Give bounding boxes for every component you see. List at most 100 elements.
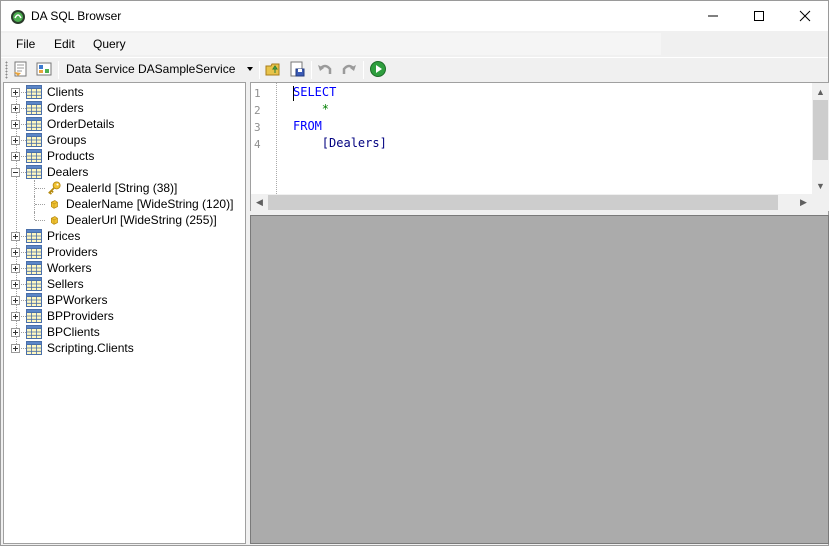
expand-icon[interactable] (11, 88, 20, 97)
line-number: 3 (254, 121, 261, 134)
tree-node-table[interactable]: Dealers (4, 164, 244, 180)
table-icon (26, 309, 42, 323)
tree-node-table[interactable]: Groups (4, 132, 244, 148)
maximize-button[interactable] (736, 1, 782, 31)
toolbar-separator (311, 61, 312, 79)
tree-node-label: OrderDetails (47, 117, 115, 131)
menu-edit[interactable]: Edit (54, 37, 75, 51)
title-bar: DA SQL Browser (1, 1, 828, 31)
tree-node-table[interactable]: Clients (4, 84, 244, 100)
tree-node-label: Groups (47, 133, 87, 147)
maximize-icon (754, 11, 764, 21)
expand-icon[interactable] (11, 136, 20, 145)
tree-node-field[interactable]: DealerId [String (38)] (4, 180, 244, 196)
toolbar-separator (259, 61, 260, 79)
table-icon (26, 277, 42, 291)
sql-editor[interactable]: 1 2 3 4 SELECT * FROM [Dealers] ▲ ▼ ◀ ▶ (250, 82, 829, 211)
scroll-right-icon[interactable]: ▶ (795, 194, 812, 211)
redo-icon[interactable] (340, 60, 358, 78)
tree-node-field[interactable]: DealerUrl [WideString (255)] (4, 212, 244, 228)
tree-node-label: BPProviders (47, 309, 114, 323)
key-icon (48, 181, 61, 195)
tree-node-label: Prices (47, 229, 81, 243)
table-icon (26, 133, 42, 147)
expand-icon[interactable] (11, 152, 20, 161)
table-icon (26, 245, 42, 259)
toolbar-separator (58, 61, 59, 79)
table-icon (26, 117, 42, 131)
expand-icon[interactable] (11, 344, 20, 353)
expand-icon[interactable] (11, 248, 20, 257)
table-icon (26, 325, 42, 339)
table-icon (26, 165, 42, 179)
data-service-dropdown[interactable]: DASampleService (137, 59, 257, 79)
tree-node-label: Providers (47, 245, 98, 259)
toolbar-grip[interactable] (5, 61, 8, 79)
expand-icon[interactable] (11, 232, 20, 241)
collapse-icon[interactable] (11, 168, 20, 177)
connection-icon[interactable] (35, 60, 53, 78)
expand-icon[interactable] (11, 328, 20, 337)
expand-icon[interactable] (11, 312, 20, 321)
schema-tree[interactable]: Clients Orders OrderDetails Groups Products D… (3, 82, 246, 544)
expand-icon[interactable] (11, 104, 20, 113)
tree-node-table[interactable]: Workers (4, 260, 244, 276)
expand-icon[interactable] (11, 264, 20, 273)
field-label: DealerUrl [WideString (255)] (66, 213, 217, 227)
vertical-scrollbar[interactable]: ▲ ▼ (812, 83, 829, 194)
menu-file[interactable]: File (16, 37, 35, 51)
vertical-scroll-thumb[interactable] (813, 100, 828, 160)
menu-query[interactable]: Query (93, 37, 126, 51)
data-service-value: DASampleService (138, 62, 236, 76)
open-query-icon[interactable] (12, 60, 30, 78)
tree-node-label: Workers (47, 261, 92, 275)
line-number: 4 (254, 138, 261, 151)
sql-identifier: [Dealers] (321, 136, 387, 150)
tree-node-table[interactable]: Orders (4, 100, 244, 116)
tree-node-label: Clients (47, 85, 84, 99)
expand-icon[interactable] (11, 280, 20, 289)
scroll-corner (812, 194, 829, 211)
tree-node-label: Sellers (47, 277, 84, 291)
scroll-down-icon[interactable]: ▼ (812, 177, 829, 194)
minimize-button[interactable] (690, 1, 736, 31)
tree-node-table[interactable]: Products (4, 148, 244, 164)
close-icon (799, 10, 811, 22)
expand-icon[interactable] (11, 296, 20, 305)
expand-icon[interactable] (11, 120, 20, 129)
window-title: DA SQL Browser (31, 9, 122, 23)
field-icon (51, 200, 58, 209)
tree-node-table[interactable]: Providers (4, 244, 244, 260)
close-button[interactable] (782, 1, 828, 31)
field-icon (51, 216, 58, 225)
app-logo-icon (11, 10, 25, 24)
tree-connector (35, 220, 45, 221)
tree-node-field[interactable]: DealerName [WideString (120)] (4, 196, 244, 212)
sql-keyword: FROM (293, 119, 322, 133)
load-sql-icon[interactable] (264, 60, 282, 78)
tree-node-label: Orders (47, 101, 84, 115)
horizontal-scrollbar[interactable]: ◀ ▶ (251, 194, 812, 211)
table-icon (26, 85, 42, 99)
tree-node-label: BPClients (47, 325, 100, 339)
line-number-gutter: 1 2 3 4 (251, 83, 277, 194)
tree-node-table[interactable]: Prices (4, 228, 244, 244)
sql-keyword: SELECT (293, 85, 337, 99)
tree-node-table[interactable]: BPProviders (4, 308, 244, 324)
scroll-up-icon[interactable]: ▲ (812, 83, 829, 100)
scroll-left-icon[interactable]: ◀ (251, 194, 268, 211)
tree-node-table[interactable]: Sellers (4, 276, 244, 292)
table-icon (26, 261, 42, 275)
undo-icon[interactable] (316, 60, 334, 78)
tree-node-table[interactable]: BPWorkers (4, 292, 244, 308)
save-sql-icon[interactable] (288, 60, 306, 78)
tree-connector (35, 188, 45, 189)
results-grid[interactable] (250, 215, 829, 544)
tree-node-table[interactable]: Scripting.Clients (4, 340, 244, 356)
tree-node-table[interactable]: OrderDetails (4, 116, 244, 132)
tree-node-label: Products (47, 149, 95, 163)
tree-node-table[interactable]: BPClients (4, 324, 244, 340)
execute-icon[interactable] (369, 60, 387, 78)
horizontal-scroll-thumb[interactable] (268, 195, 778, 210)
tree-connector (34, 212, 35, 220)
